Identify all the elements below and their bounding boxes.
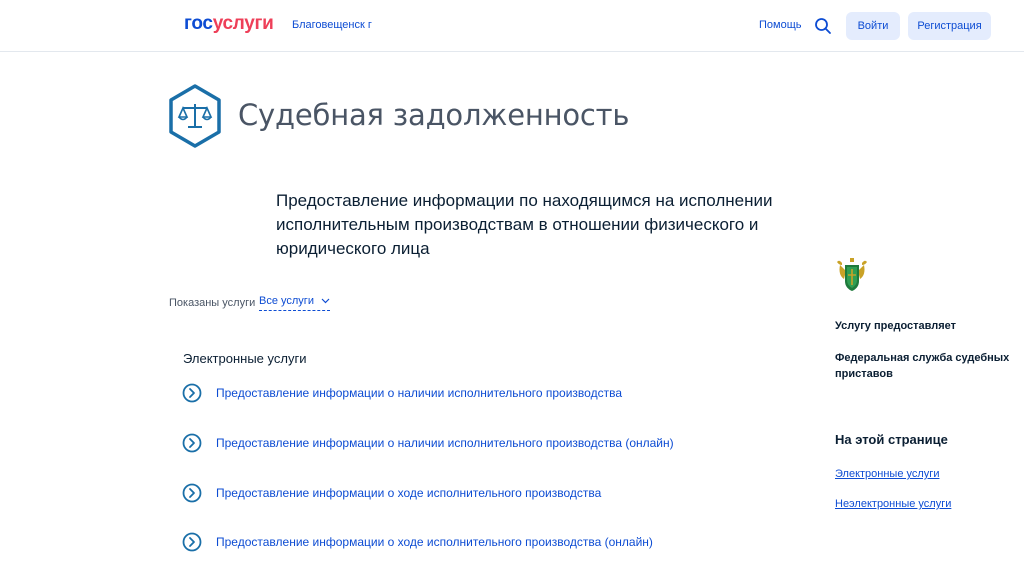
page-title: Судебная задолженность [238, 98, 630, 132]
fssp-emblem-icon [837, 258, 867, 291]
circle-chevron-right-icon [182, 383, 202, 403]
city-selector[interactable]: Благовещенск г [292, 19, 372, 31]
circle-chevron-right-icon [182, 532, 202, 552]
logo-part-uslugi: услуги [212, 13, 274, 34]
provider-name: Федеральная служба судебных приставов [835, 352, 1010, 380]
anchor-link-non-electronic[interactable]: Неэлектронные услуги [835, 498, 951, 510]
service-link[interactable]: Предоставление информации о наличии испо… [216, 436, 674, 450]
service-link[interactable]: Предоставление информации о наличии испо… [216, 386, 622, 400]
provider-label: Услугу предоставляет [835, 320, 957, 332]
electronic-services-heading: Электронные услуги [183, 351, 307, 366]
site-header: госуслуги Благовещенск г Помощь Войти Ре… [0, 0, 1024, 52]
service-link[interactable]: Предоставление информации о ходе исполни… [216, 486, 601, 500]
page-subtitle: Предоставление информации по находящимся… [276, 191, 773, 258]
on-this-page-heading: На этой странице [835, 432, 948, 447]
search-icon[interactable] [814, 17, 832, 35]
filter-label: Показаны услуги [169, 297, 256, 309]
chevron-down-icon [321, 298, 330, 304]
filter-value: Все услуги [259, 295, 314, 307]
services-filter-dropdown[interactable]: Все услуги [259, 295, 331, 311]
anchor-link-electronic[interactable]: Электронные услуги [835, 468, 939, 480]
register-button[interactable]: Регистрация [908, 12, 991, 40]
service-item[interactable]: Предоставление информации о наличии испо… [182, 382, 622, 404]
circle-chevron-right-icon [182, 433, 202, 453]
gosuslugi-logo[interactable]: госуслуги [184, 13, 274, 35]
circle-chevron-right-icon [182, 483, 202, 503]
help-link[interactable]: Помощь [759, 19, 802, 31]
logo-part-gos: гос [184, 13, 213, 34]
service-item[interactable]: Предоставление информации о ходе исполни… [182, 531, 653, 553]
scales-icon [169, 84, 221, 148]
service-item[interactable]: Предоставление информации о ходе исполни… [182, 482, 601, 504]
service-item[interactable]: Предоставление информации о наличии испо… [182, 432, 674, 454]
login-button[interactable]: Войти [846, 12, 900, 40]
service-link[interactable]: Предоставление информации о ходе исполни… [216, 535, 653, 549]
